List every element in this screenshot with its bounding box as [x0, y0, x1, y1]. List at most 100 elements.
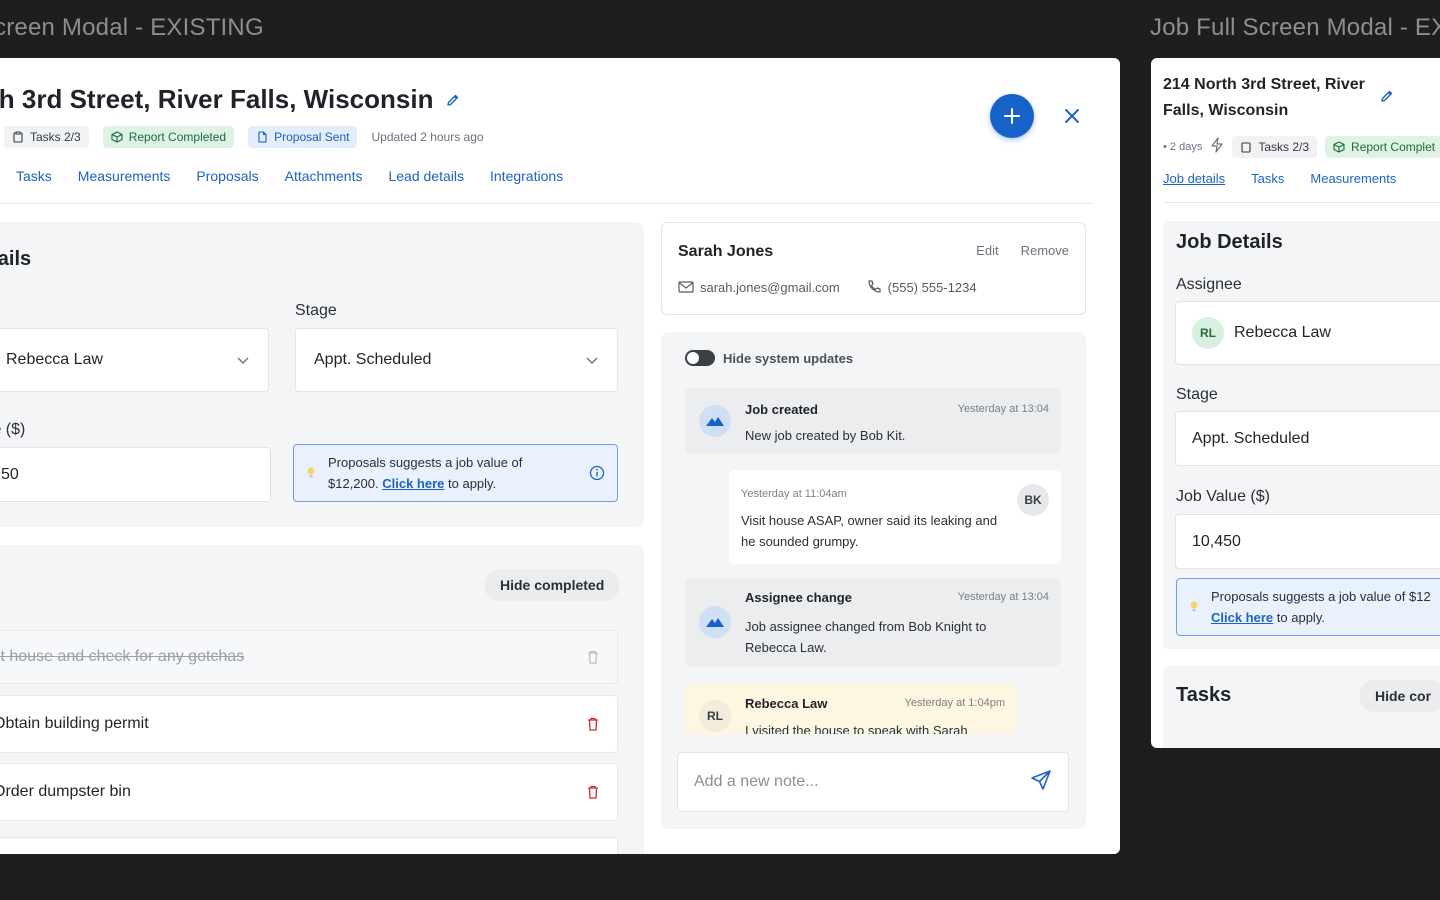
tasks-chip-label: Tasks 2/3 [1258, 140, 1310, 154]
apply-link[interactable]: Click here [382, 476, 444, 491]
stage-select[interactable]: Appt. Scheduled [1175, 411, 1440, 466]
tab-measurements[interactable]: Measurements [1310, 171, 1396, 186]
hide-completed-button[interactable]: Hide cor [1359, 680, 1440, 712]
trash-icon[interactable] [585, 784, 601, 800]
job-title-text: rth 3rd Street, River Falls, Wisconsin [0, 84, 434, 114]
contact-name: Sarah Jones [678, 243, 774, 260]
task-row[interactable] [0, 837, 618, 854]
tab-tasks[interactable]: Tasks [16, 168, 52, 184]
company-logo-icon [699, 606, 731, 638]
task-label: Obtain building permit [0, 715, 149, 732]
tab-proposals[interactable]: Proposals [196, 168, 258, 184]
feed-body: Job assignee changed from Bob Knight to … [745, 619, 987, 655]
job-modal-full-screen: 214 North 3rd Street, River Falls, Wisco… [1151, 58, 1440, 748]
stage-select[interactable]: Appt. Scheduled [295, 328, 618, 392]
feed-time: Yesterday at 13:04 [957, 591, 1049, 603]
stage-value: Appt. Scheduled [314, 351, 432, 368]
tasks-title: Tasks [1176, 684, 1232, 706]
hint-amount: $12,200. [328, 476, 379, 491]
add-button[interactable] [990, 94, 1034, 138]
remove-contact-button[interactable]: Remove [1021, 243, 1069, 258]
info-icon[interactable] [589, 465, 605, 487]
tab-integrations[interactable]: Integrations [490, 168, 563, 184]
feed-body: I visited the house to speak with Sarah [745, 723, 968, 734]
contact-info: sarah.jones@gmail.com (555) 555-1234 [678, 279, 977, 295]
job-value-input[interactable]: 10,450 [1175, 514, 1440, 569]
job-modal-existing: rth 3rd Street, River Falls, Wisconsin T… [0, 58, 1120, 854]
assignee-select[interactable]: Rebecca Law [0, 328, 269, 392]
hint-suffix: to apply. [1276, 610, 1325, 625]
task-row[interactable]: Obtain building permit [0, 695, 618, 753]
hint-text: Proposals suggests a job value of [328, 455, 523, 470]
job-title: 214 North 3rd Street, River Falls, Wisco… [1163, 76, 1365, 119]
mail-icon [678, 281, 694, 293]
task-row[interactable]: Order dumpster bin [0, 763, 618, 821]
report-chip-label: Report Completed [128, 130, 227, 144]
pencil-icon[interactable] [445, 92, 461, 108]
job-details-title: Job Details [1176, 231, 1283, 253]
clipboard-icon [1241, 142, 1251, 153]
cube-icon [111, 131, 123, 143]
job-value-text: 50 [1, 465, 19, 483]
feed-body: New job created by Bob Kit. [745, 428, 906, 443]
apply-link[interactable]: Click here [1211, 610, 1273, 625]
document-icon [258, 131, 267, 143]
feed-title: Job created [745, 402, 818, 417]
lightning-icon [1210, 136, 1224, 158]
proposal-hint: Proposals suggests a job value of $12 Cl… [1176, 578, 1440, 636]
close-button[interactable] [1060, 104, 1084, 128]
plus-icon [1004, 108, 1020, 124]
assignee-select[interactable]: RL Rebecca Law [1175, 301, 1440, 365]
report-chip: Report Completed [102, 126, 235, 148]
job-value-input[interactable]: 50 [0, 447, 271, 502]
contact-email-text: sarah.jones@gmail.com [700, 279, 840, 295]
contact-phone-text: (555) 555-1234 [887, 279, 977, 295]
feed-time: Yesterday at 11:04am [741, 488, 847, 500]
tab-measurements[interactable]: Measurements [78, 168, 171, 184]
feed-item-job-created: Job created Yesterday at 13:04 New job c… [685, 388, 1061, 454]
tab-job-details[interactable]: Job details [1163, 171, 1225, 186]
hide-completed-button[interactable]: Hide completed [484, 569, 621, 601]
days-text: • 2 days [1163, 141, 1203, 153]
feed-title: Rebecca Law [745, 696, 828, 711]
hide-system-updates-toggle[interactable] [685, 350, 715, 366]
hide-system-updates-row: Hide system updates [685, 350, 853, 366]
updated-text: Updated 2 hours ago [371, 130, 484, 144]
frame-label-existing: creen Modal - EXISTING [0, 14, 264, 41]
modal-tabs: Job details Tasks Measurements [1163, 171, 1396, 186]
assignee-value: Rebecca Law [6, 351, 103, 368]
job-details-panel: etails ee Rebecca Law Stage Appt. Schedu… [0, 222, 644, 527]
stage-label: Stage [295, 302, 337, 319]
report-chip: Report Complet [1325, 136, 1440, 158]
new-note-field [677, 752, 1069, 812]
task-row[interactable]: Visit house and check for any gotchas [0, 630, 618, 684]
send-icon[interactable] [1030, 769, 1052, 796]
chevron-down-icon [236, 353, 250, 367]
tab-tasks[interactable]: Tasks [1251, 171, 1284, 186]
tab-lead-details[interactable]: Lead details [388, 168, 464, 184]
tab-divider [1163, 202, 1440, 203]
new-note-input[interactable] [694, 773, 1014, 791]
feed-body: Visit house ASAP, owner said its leaking… [741, 513, 998, 549]
phone-icon [868, 280, 881, 293]
lightbulb-icon [1189, 599, 1199, 620]
pencil-icon[interactable] [1379, 88, 1395, 109]
trash-icon[interactable] [585, 716, 601, 732]
trash-icon[interactable] [585, 649, 601, 665]
tasks-chip-label: Tasks 2/3 [30, 130, 81, 144]
tasks-panel: Hide completed Visit house and check for… [0, 545, 644, 854]
hint-suffix: to apply. [448, 476, 497, 491]
chevron-down-icon [585, 353, 599, 367]
status-chips: Tasks 2/3 Report Completed Proposal Sent… [4, 126, 484, 148]
contact-phone[interactable]: (555) 555-1234 [866, 279, 977, 295]
feed-item-my-note: RL Rebecca Law Yesterday at 1:04pm I vis… [685, 684, 1017, 734]
activity-feed: Job created Yesterday at 13:04 New job c… [685, 388, 1061, 734]
job-title: rth 3rd Street, River Falls, Wisconsin [0, 84, 461, 115]
tab-attachments[interactable]: Attachments [285, 168, 363, 184]
edit-contact-button[interactable]: Edit [976, 243, 998, 258]
tasks-panel: Tasks Hide cor [1163, 666, 1440, 748]
feed-item-note: Yesterday at 11:04am BK Visit house ASAP… [729, 470, 1061, 564]
tasks-chip: Tasks 2/3 [4, 126, 89, 148]
job-details-title: etails [0, 248, 32, 270]
contact-email[interactable]: sarah.jones@gmail.com [678, 279, 840, 295]
